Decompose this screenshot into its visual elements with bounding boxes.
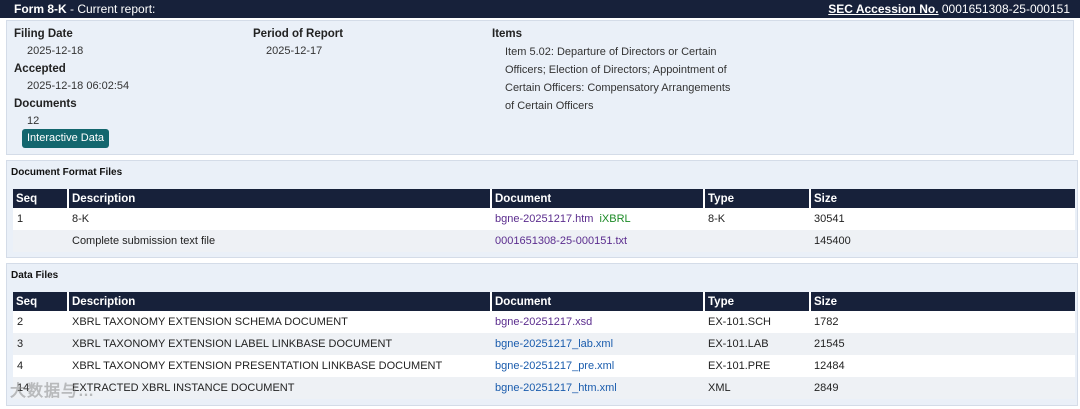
header-seq: Seq	[13, 292, 68, 311]
document-link[interactable]: bgne-20251217_pre.xml	[495, 360, 614, 372]
row-seq	[13, 230, 68, 252]
interactive-data-button[interactable]: Interactive Data	[22, 129, 110, 148]
document-link[interactable]: bgne-20251217_htm.xml	[495, 382, 617, 394]
row-size: 145400	[810, 230, 1075, 252]
table-header-row: Seq Description Document Type Size	[13, 189, 1075, 208]
row-seq: 1	[13, 208, 68, 230]
row-description: EXTRACTED XBRL INSTANCE DOCUMENT	[68, 377, 491, 399]
row-type: 8-K	[704, 208, 810, 230]
row-size: 1782	[810, 311, 1075, 333]
items-label: Items	[492, 28, 523, 40]
table-row: 1 8-K bgne-20251217.htm iXBRL 8-K 30541	[13, 208, 1075, 230]
row-document-cell: bgne-20251217_lab.xml	[491, 333, 704, 355]
row-document-cell: bgne-20251217.htm iXBRL	[491, 208, 704, 230]
row-document-cell: bgne-20251217.xsd	[491, 311, 704, 333]
row-type: EX-101.SCH	[704, 311, 810, 333]
row-type: XML	[704, 377, 810, 399]
form-suffix: - Current report:	[66, 2, 156, 16]
row-type: EX-101.PRE	[704, 355, 810, 377]
row-description: XBRL TAXONOMY EXTENSION LABEL LINKBASE D…	[68, 333, 491, 355]
row-description: Complete submission text file	[68, 230, 491, 252]
header-size: Size	[809, 189, 1075, 208]
row-size: 30541	[810, 208, 1075, 230]
items-col: Items Item 5.02: Departure of Directors …	[492, 25, 742, 115]
table-row: 14 EXTRACTED XBRL INSTANCE DOCUMENT bgne…	[13, 377, 1075, 399]
row-description: XBRL TAXONOMY EXTENSION PRESENTATION LIN…	[68, 355, 491, 377]
accession: SEC Accession No. 0001651308-25-000151	[828, 0, 1070, 18]
data-files-panel: Data Files Seq Description Document Type…	[6, 263, 1078, 406]
filing-col: Filing Date 2025-12-18 Accepted 2025-12-…	[14, 25, 129, 130]
row-seq: 2	[13, 311, 68, 333]
table-header-row: Seq Description Document Type Size	[13, 292, 1075, 311]
header-document: Document	[490, 292, 704, 311]
header-size: Size	[809, 292, 1075, 311]
row-description: XBRL TAXONOMY EXTENSION SCHEMA DOCUMENT	[68, 311, 491, 333]
document-link[interactable]: 0001651308-25-000151.txt	[495, 235, 627, 247]
header-description: Description	[67, 292, 491, 311]
data-files-table: Seq Description Document Type Size 2 XBR…	[12, 292, 1075, 399]
row-document-cell: 0001651308-25-000151.txt	[491, 230, 704, 252]
row-size: 12484	[810, 355, 1075, 377]
watermark: 大数据与…	[10, 383, 96, 400]
row-size: 21545	[810, 333, 1075, 355]
row-document-cell: bgne-20251217_htm.xml	[491, 377, 704, 399]
document-link[interactable]: bgne-20251217_lab.xml	[495, 338, 613, 350]
ixbrl-link[interactable]: iXBRL	[599, 213, 630, 225]
accession-label: SEC Accession No.	[828, 2, 939, 16]
period-value: 2025-12-17	[266, 45, 323, 57]
filing-date: 2025-12-18	[27, 45, 84, 57]
documents-label: Documents	[14, 98, 77, 110]
items-text: Item 5.02: Departure of Directors or Cer…	[505, 46, 731, 112]
accepted-value: 2025-12-18 06:02:54	[27, 80, 130, 92]
row-document-cell: bgne-20251217_pre.xml	[491, 355, 704, 377]
row-type: EX-101.LAB	[704, 333, 810, 355]
header-type: Type	[703, 189, 810, 208]
table-row: Complete submission text file 0001651308…	[13, 230, 1075, 252]
document-format-files-title: Document Format Files	[11, 167, 123, 178]
row-seq: 4	[13, 355, 68, 377]
header-description: Description	[67, 189, 491, 208]
document-link[interactable]: bgne-20251217.htm	[495, 213, 593, 225]
title-bar: Form 8-K - Current report: SEC Accession…	[0, 0, 1080, 18]
table-row: 4 XBRL TAXONOMY EXTENSION PRESENTATION L…	[13, 355, 1075, 377]
form-title: Form 8-K - Current report:	[14, 0, 155, 18]
accepted-label: Accepted	[14, 63, 66, 75]
header-seq: Seq	[13, 189, 68, 208]
row-type	[704, 230, 810, 252]
document-format-files-table: Seq Description Document Type Size 1 8-K…	[12, 189, 1075, 252]
document-link[interactable]: bgne-20251217.xsd	[495, 316, 592, 328]
accession-number: 0001651308-25-000151	[941, 2, 1070, 16]
row-description: 8-K	[68, 208, 491, 230]
filing-info-panel: Filing Date 2025-12-18 Accepted 2025-12-…	[6, 20, 1074, 155]
data-files-title: Data Files	[11, 270, 59, 281]
table-row: 2 XBRL TAXONOMY EXTENSION SCHEMA DOCUMEN…	[13, 311, 1075, 333]
header-type: Type	[703, 292, 810, 311]
header-document: Document	[490, 189, 704, 208]
document-format-files-panel: Document Format Files Seq Description Do…	[6, 160, 1078, 258]
period-label: Period of Report	[253, 28, 344, 40]
filing-date-label: Filing Date	[14, 28, 73, 40]
row-seq: 3	[13, 333, 68, 355]
documents-count: 12	[27, 115, 40, 127]
row-size: 2849	[810, 377, 1075, 399]
table-row: 3 XBRL TAXONOMY EXTENSION LABEL LINKBASE…	[13, 333, 1075, 355]
form-type: Form 8-K	[14, 2, 67, 16]
period-col: Period of Report 2025-12-17	[253, 25, 343, 60]
